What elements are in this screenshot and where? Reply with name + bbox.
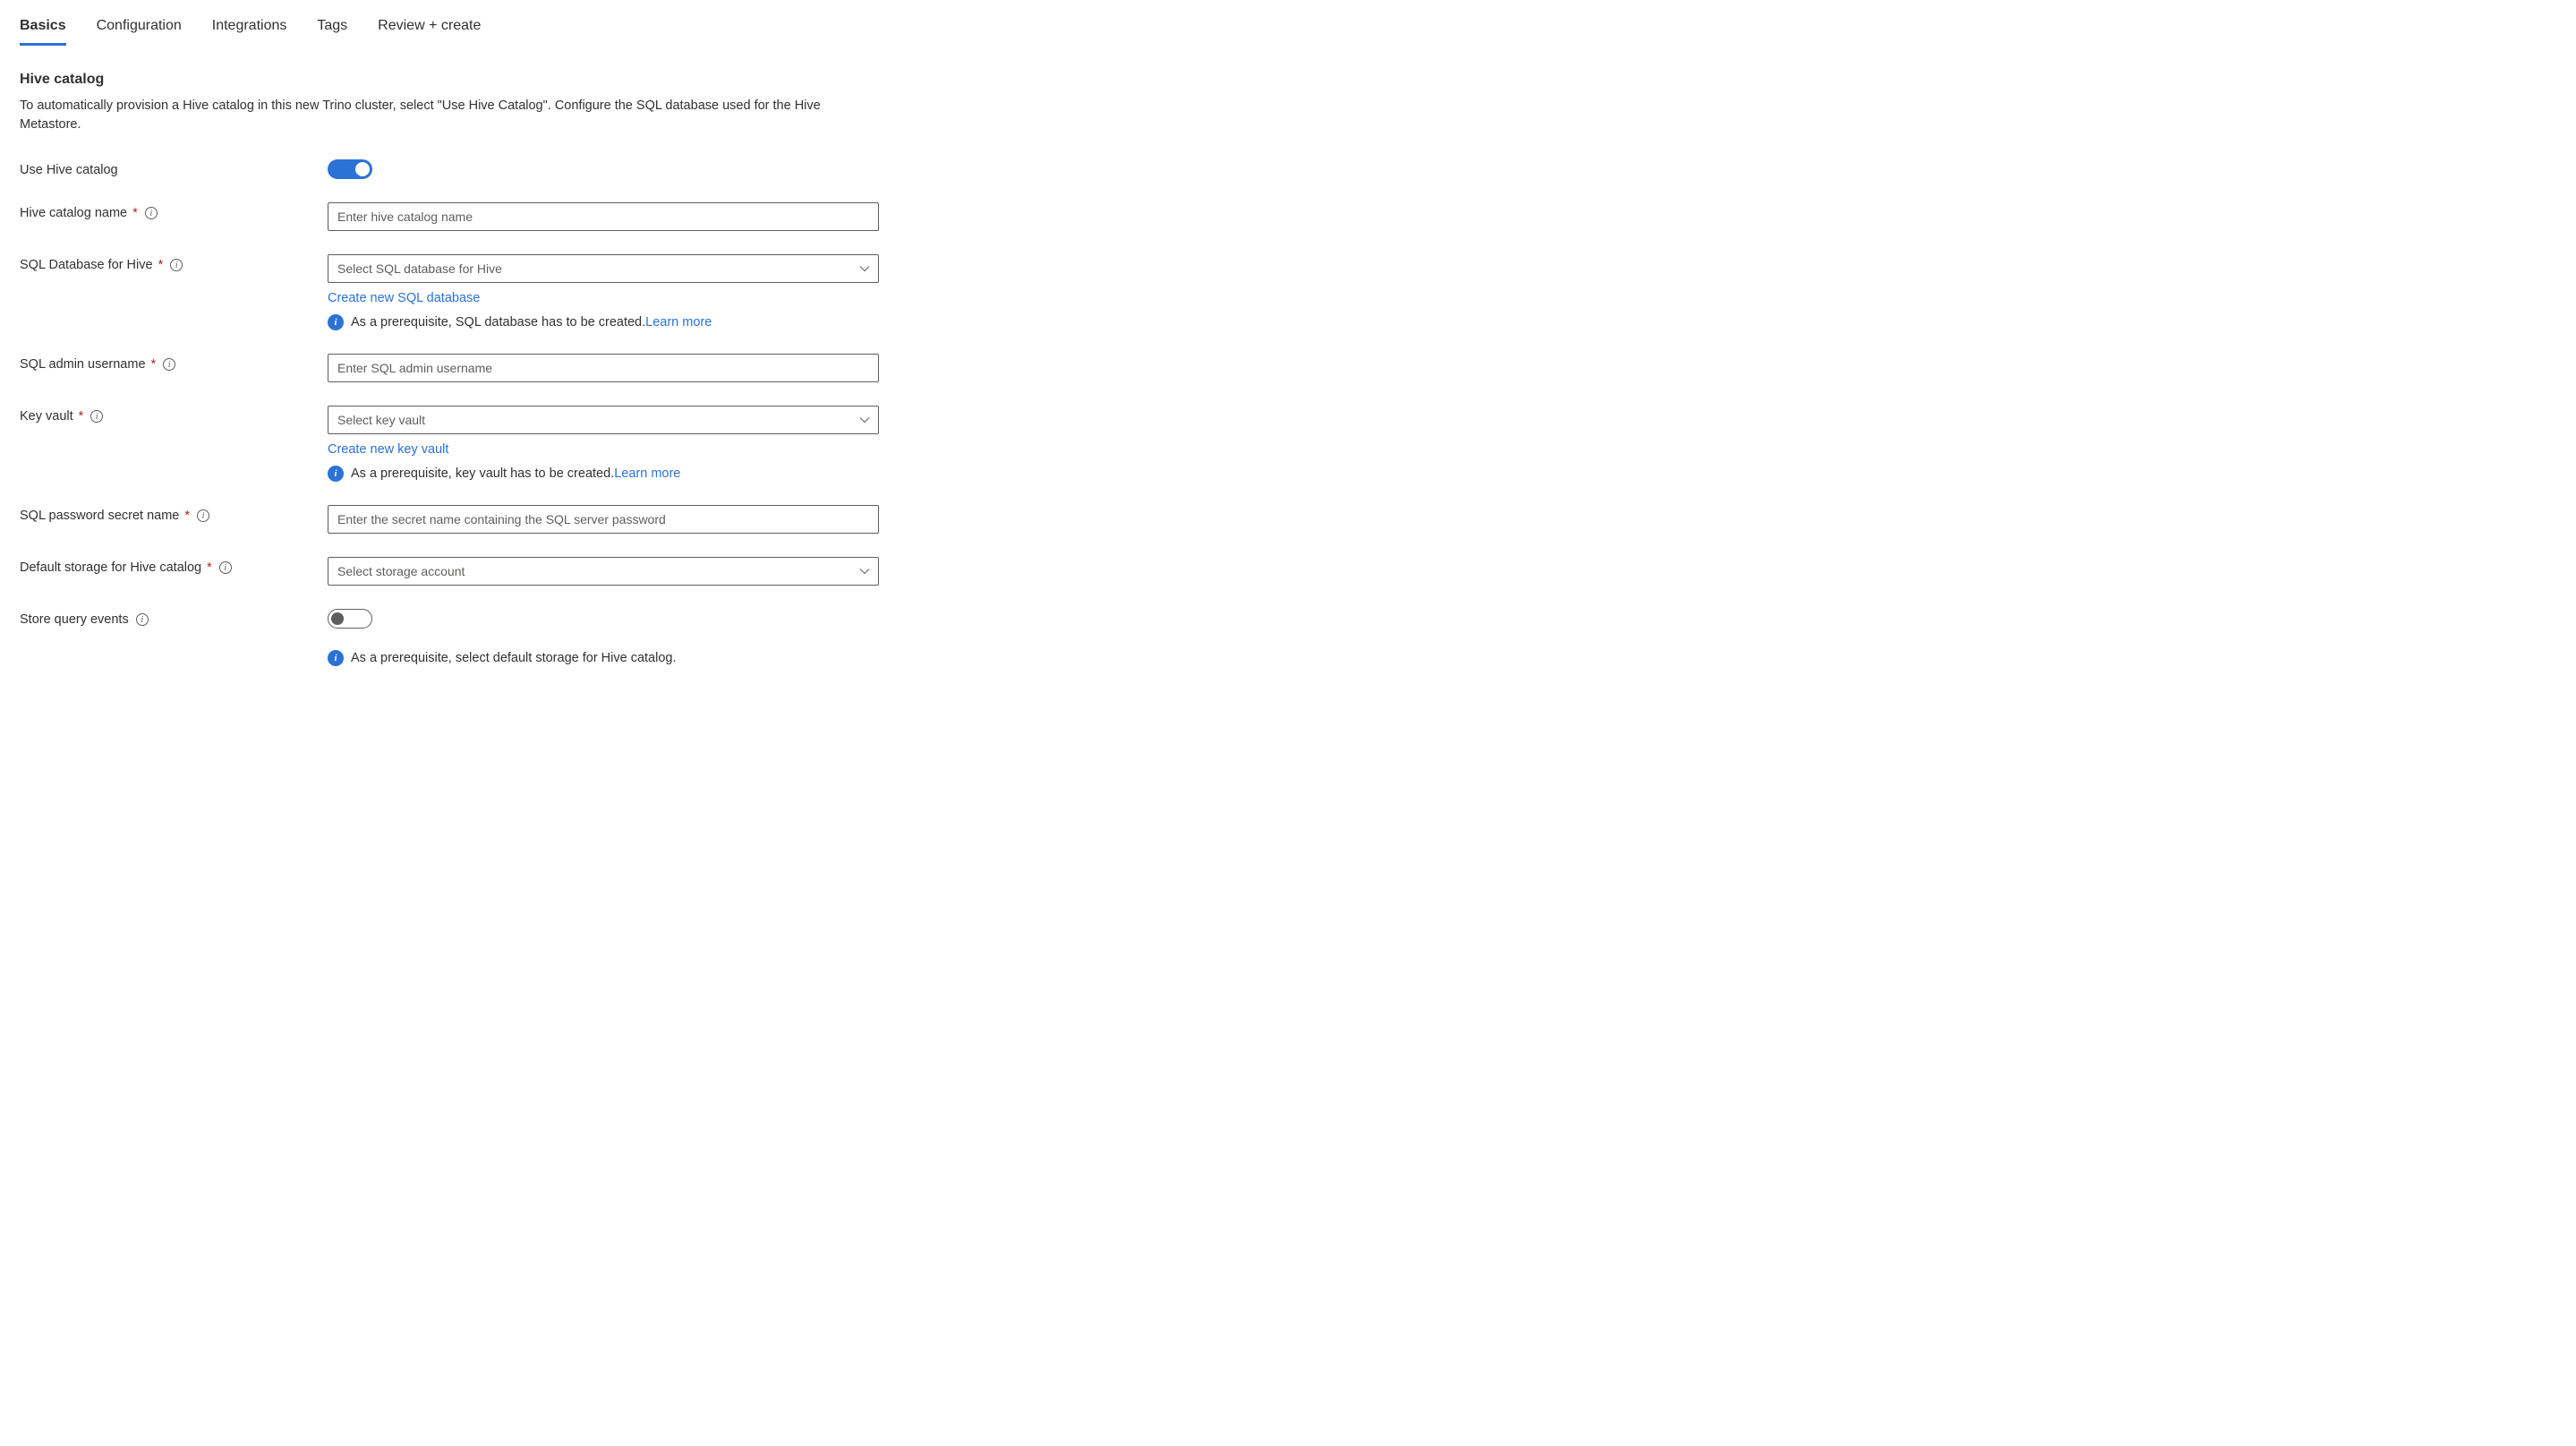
section-description: To automatically provision a Hive catalo… <box>20 97 861 134</box>
required-indicator: * <box>158 258 164 272</box>
required-indicator: * <box>79 409 84 424</box>
info-icon[interactable]: i <box>170 259 183 271</box>
sql-database-select[interactable]: Select SQL database for Hive <box>328 254 879 283</box>
label-default-storage: Default storage for Hive catalog <box>20 560 201 575</box>
label-hive-catalog-name: Hive catalog name <box>20 206 127 220</box>
required-indicator: * <box>184 509 190 523</box>
info-badge-icon: i <box>328 314 344 330</box>
tab-review-create[interactable]: Review + create <box>378 18 481 46</box>
required-indicator: * <box>132 206 138 220</box>
use-hive-catalog-toggle[interactable] <box>328 159 372 179</box>
create-new-key-vault-link[interactable]: Create new key vault <box>328 442 448 457</box>
store-query-events-toggle[interactable] <box>328 609 372 629</box>
sql-admin-username-input[interactable] <box>328 354 879 382</box>
sql-learn-more-link[interactable]: Learn more <box>645 315 712 329</box>
create-new-sql-database-link[interactable]: Create new SQL database <box>328 291 480 305</box>
sql-prereq-note: As a prerequisite, SQL database has to b… <box>351 315 645 329</box>
label-use-hive-catalog: Use Hive catalog <box>20 163 118 177</box>
default-storage-select[interactable]: Select storage account <box>328 557 879 586</box>
required-indicator: * <box>207 560 212 575</box>
info-icon[interactable]: i <box>136 613 149 626</box>
info-icon[interactable]: i <box>219 561 232 574</box>
label-store-query-events: Store query events <box>20 612 129 627</box>
required-indicator: * <box>151 357 157 372</box>
tab-configuration[interactable]: Configuration <box>97 18 182 46</box>
hive-catalog-name-input[interactable] <box>328 202 879 231</box>
wizard-tabs: Basics Configuration Integrations Tags R… <box>20 18 2556 47</box>
info-badge-icon: i <box>328 650 344 666</box>
key-vault-select[interactable]: Select key vault <box>328 406 879 434</box>
label-sql-admin-username: SQL admin username <box>20 357 146 372</box>
key-vault-learn-more-link[interactable]: Learn more <box>614 466 680 481</box>
tab-basics[interactable]: Basics <box>20 18 66 46</box>
section-title: Hive catalog <box>20 72 2556 88</box>
info-badge-icon: i <box>328 466 344 482</box>
label-key-vault: Key vault <box>20 409 73 424</box>
info-icon[interactable]: i <box>145 207 158 219</box>
key-vault-prereq-note: As a prerequisite, key vault has to be c… <box>351 466 614 481</box>
label-sql-database-for-hive: SQL Database for Hive <box>20 258 153 272</box>
info-icon[interactable]: i <box>90 410 103 423</box>
tab-tags[interactable]: Tags <box>317 18 347 46</box>
sql-password-secret-name-input[interactable] <box>328 505 879 534</box>
tab-integrations[interactable]: Integrations <box>212 18 287 46</box>
label-sql-password-secret-name: SQL password secret name <box>20 509 179 523</box>
storage-prereq-note: As a prerequisite, select default storag… <box>351 651 677 665</box>
info-icon[interactable]: i <box>197 509 209 522</box>
info-icon[interactable]: i <box>163 358 175 371</box>
